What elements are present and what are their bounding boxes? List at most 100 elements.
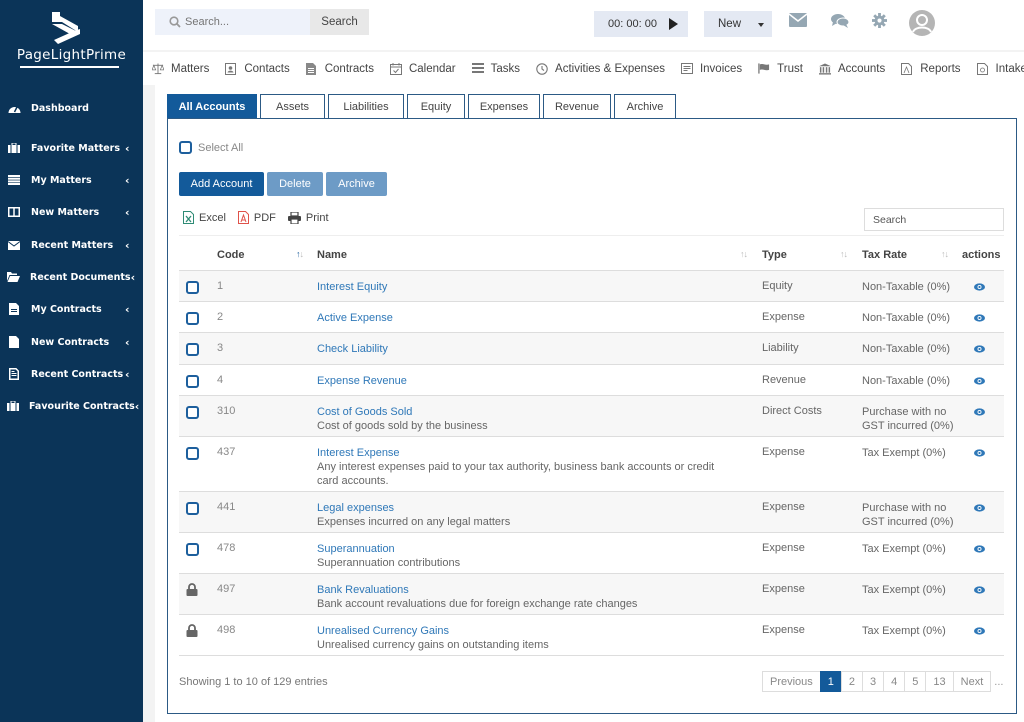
sidebar-item-dashboard[interactable]: Dashboard — [0, 96, 143, 120]
tab-revenue[interactable]: Revenue — [543, 94, 611, 119]
page-previous[interactable]: Previous — [762, 671, 821, 692]
module-nav-contacts[interactable]: Contacts — [225, 62, 290, 75]
row-checkbox[interactable] — [186, 281, 199, 294]
export-excel-button[interactable]: Excel — [183, 211, 226, 224]
page-1[interactable]: 1 — [819, 671, 842, 692]
module-nav-matters[interactable]: Matters — [152, 63, 209, 75]
page-5[interactable]: 5 — [904, 671, 927, 692]
page-13[interactable]: 13 — [925, 671, 954, 692]
sort-name-icon[interactable]: ↑↓ — [740, 249, 748, 259]
tab-expenses[interactable]: Expenses — [468, 94, 540, 119]
page-4[interactable]: 4 — [883, 671, 906, 692]
module-nav-intake[interactable]: Intake — [976, 62, 1024, 75]
clock-icon — [536, 62, 548, 75]
page-next[interactable]: Next — [952, 671, 992, 692]
sidebar-item-label: My Contracts — [31, 303, 102, 315]
sidebar-item-favourite-contracts[interactable]: Favourite Contracts ‹ — [0, 394, 143, 418]
delete-button[interactable]: Delete — [267, 172, 323, 196]
print-button[interactable]: Print — [287, 211, 329, 224]
account-name-link[interactable]: Bank Revaluations — [317, 583, 737, 597]
tab-equity[interactable]: Equity — [407, 94, 465, 119]
account-code: 310 — [217, 405, 236, 417]
envelope-icon[interactable] — [789, 13, 807, 27]
row-checkbox[interactable] — [186, 502, 199, 515]
sidebar-item-recent-documents[interactable]: Recent Documents ‹ — [0, 265, 143, 289]
row-checkbox[interactable] — [186, 375, 199, 388]
column-header-type[interactable]: Type — [762, 249, 787, 261]
view-eye-icon[interactable] — [974, 503, 985, 515]
column-header-tax-rate[interactable]: Tax Rate — [862, 249, 907, 261]
account-name-link[interactable]: Expense Revenue — [317, 374, 737, 388]
account-tax-rate: Non-Taxable (0%) — [862, 281, 951, 293]
table-row: 2 Active Expense Expense Non-Taxable (0%) — [179, 302, 1004, 333]
table-search-input[interactable] — [864, 208, 1004, 231]
row-checkbox[interactable] — [186, 543, 199, 556]
user-avatar-icon[interactable] — [909, 10, 935, 36]
page-2[interactable]: 2 — [840, 671, 864, 692]
pdf-report-icon — [901, 62, 913, 75]
row-checkbox[interactable] — [186, 406, 199, 419]
module-nav-activities-expenses[interactable]: Activities & Expenses — [536, 63, 665, 75]
global-search-button[interactable]: Search — [310, 9, 369, 35]
sidebar-item-recent-matters[interactable]: Recent Matters ‹ — [0, 233, 143, 257]
brand-logo[interactable]: PageLightPrime — [0, 0, 143, 88]
column-header-code[interactable]: Code — [217, 249, 245, 261]
comments-icon[interactable] — [831, 13, 849, 28]
view-eye-icon[interactable] — [974, 448, 985, 460]
account-name-link[interactable]: Cost of Goods Sold — [317, 405, 737, 419]
module-nav-invoices[interactable]: Invoices — [680, 62, 742, 75]
tab-liabilities[interactable]: Liabilities — [328, 94, 404, 119]
select-all-checkbox[interactable]: Select All — [179, 141, 243, 154]
sidebar-item-favorite-matters[interactable]: Favorite Matters ‹ — [0, 136, 143, 160]
account-name-link[interactable]: Check Liability — [317, 342, 737, 356]
account-name-link[interactable]: Interest Equity — [317, 280, 737, 294]
gear-icon[interactable] — [872, 13, 887, 28]
account-type: Expense — [762, 542, 805, 554]
view-eye-icon[interactable] — [974, 544, 985, 556]
sort-code-icon[interactable]: ↑↓ — [296, 249, 304, 259]
sidebar-item-my-matters[interactable]: My Matters ‹ — [0, 168, 143, 192]
add-account-button[interactable]: Add Account — [179, 172, 264, 196]
row-checkbox[interactable] — [186, 312, 199, 325]
module-nav-tasks[interactable]: Tasks — [471, 62, 520, 75]
view-eye-icon[interactable] — [974, 282, 985, 294]
tab-archive[interactable]: Archive — [614, 94, 676, 119]
sidebar-item-label: Dashboard — [31, 102, 89, 114]
export-pdf-button[interactable]: PDF — [237, 211, 276, 224]
account-name-link[interactable]: Superannuation — [317, 542, 737, 556]
lock-icon — [186, 583, 198, 599]
view-eye-icon[interactable] — [974, 313, 985, 325]
page-3[interactable]: 3 — [862, 671, 885, 692]
column-header-name[interactable]: Name — [317, 249, 347, 261]
sidebar-item-my-contracts[interactable]: My Contracts ‹ — [0, 297, 143, 321]
module-nav-trust[interactable]: Trust — [758, 63, 803, 75]
sidebar-item-new-contracts[interactable]: New Contracts ‹ — [0, 330, 143, 354]
play-icon[interactable] — [669, 18, 678, 30]
account-name-link[interactable]: Legal expenses — [317, 501, 737, 515]
row-checkbox[interactable] — [186, 343, 199, 356]
module-nav-label: Trust — [777, 62, 803, 75]
module-nav-reports[interactable]: Reports — [901, 62, 961, 75]
row-checkbox[interactable] — [186, 447, 199, 460]
account-name-link[interactable]: Active Expense — [317, 311, 737, 325]
module-nav-contracts[interactable]: Contracts — [305, 62, 374, 75]
view-eye-icon[interactable] — [974, 344, 985, 356]
sidebar-item-recent-contracts[interactable]: Recent Contracts ‹ — [0, 362, 143, 386]
view-eye-icon[interactable] — [974, 626, 985, 638]
view-eye-icon[interactable] — [974, 585, 985, 597]
view-eye-icon[interactable] — [974, 376, 985, 388]
sidebar-item-label: Recent Documents — [30, 271, 131, 283]
tab-all-accounts[interactable]: All Accounts — [167, 94, 257, 119]
view-eye-icon[interactable] — [974, 407, 985, 419]
table-row: 437 Interest Expense Any interest expenses… — [179, 437, 1004, 492]
sort-tax-rate-icon[interactable]: ↑↓ — [941, 249, 949, 259]
archive-button[interactable]: Archive — [326, 172, 387, 196]
account-name-link[interactable]: Interest Expense — [317, 446, 737, 460]
sort-type-icon[interactable]: ↑↓ — [840, 249, 848, 259]
module-nav-accounts[interactable]: Accounts — [818, 63, 885, 75]
module-nav-calendar[interactable]: Calendar — [389, 62, 456, 75]
account-name-link[interactable]: Unrealised Currency Gains — [317, 624, 737, 638]
tab-assets[interactable]: Assets — [260, 94, 325, 119]
sidebar-item-new-matters[interactable]: New Matters ‹ — [0, 200, 143, 224]
new-dropdown-button[interactable]: New — [704, 11, 772, 37]
